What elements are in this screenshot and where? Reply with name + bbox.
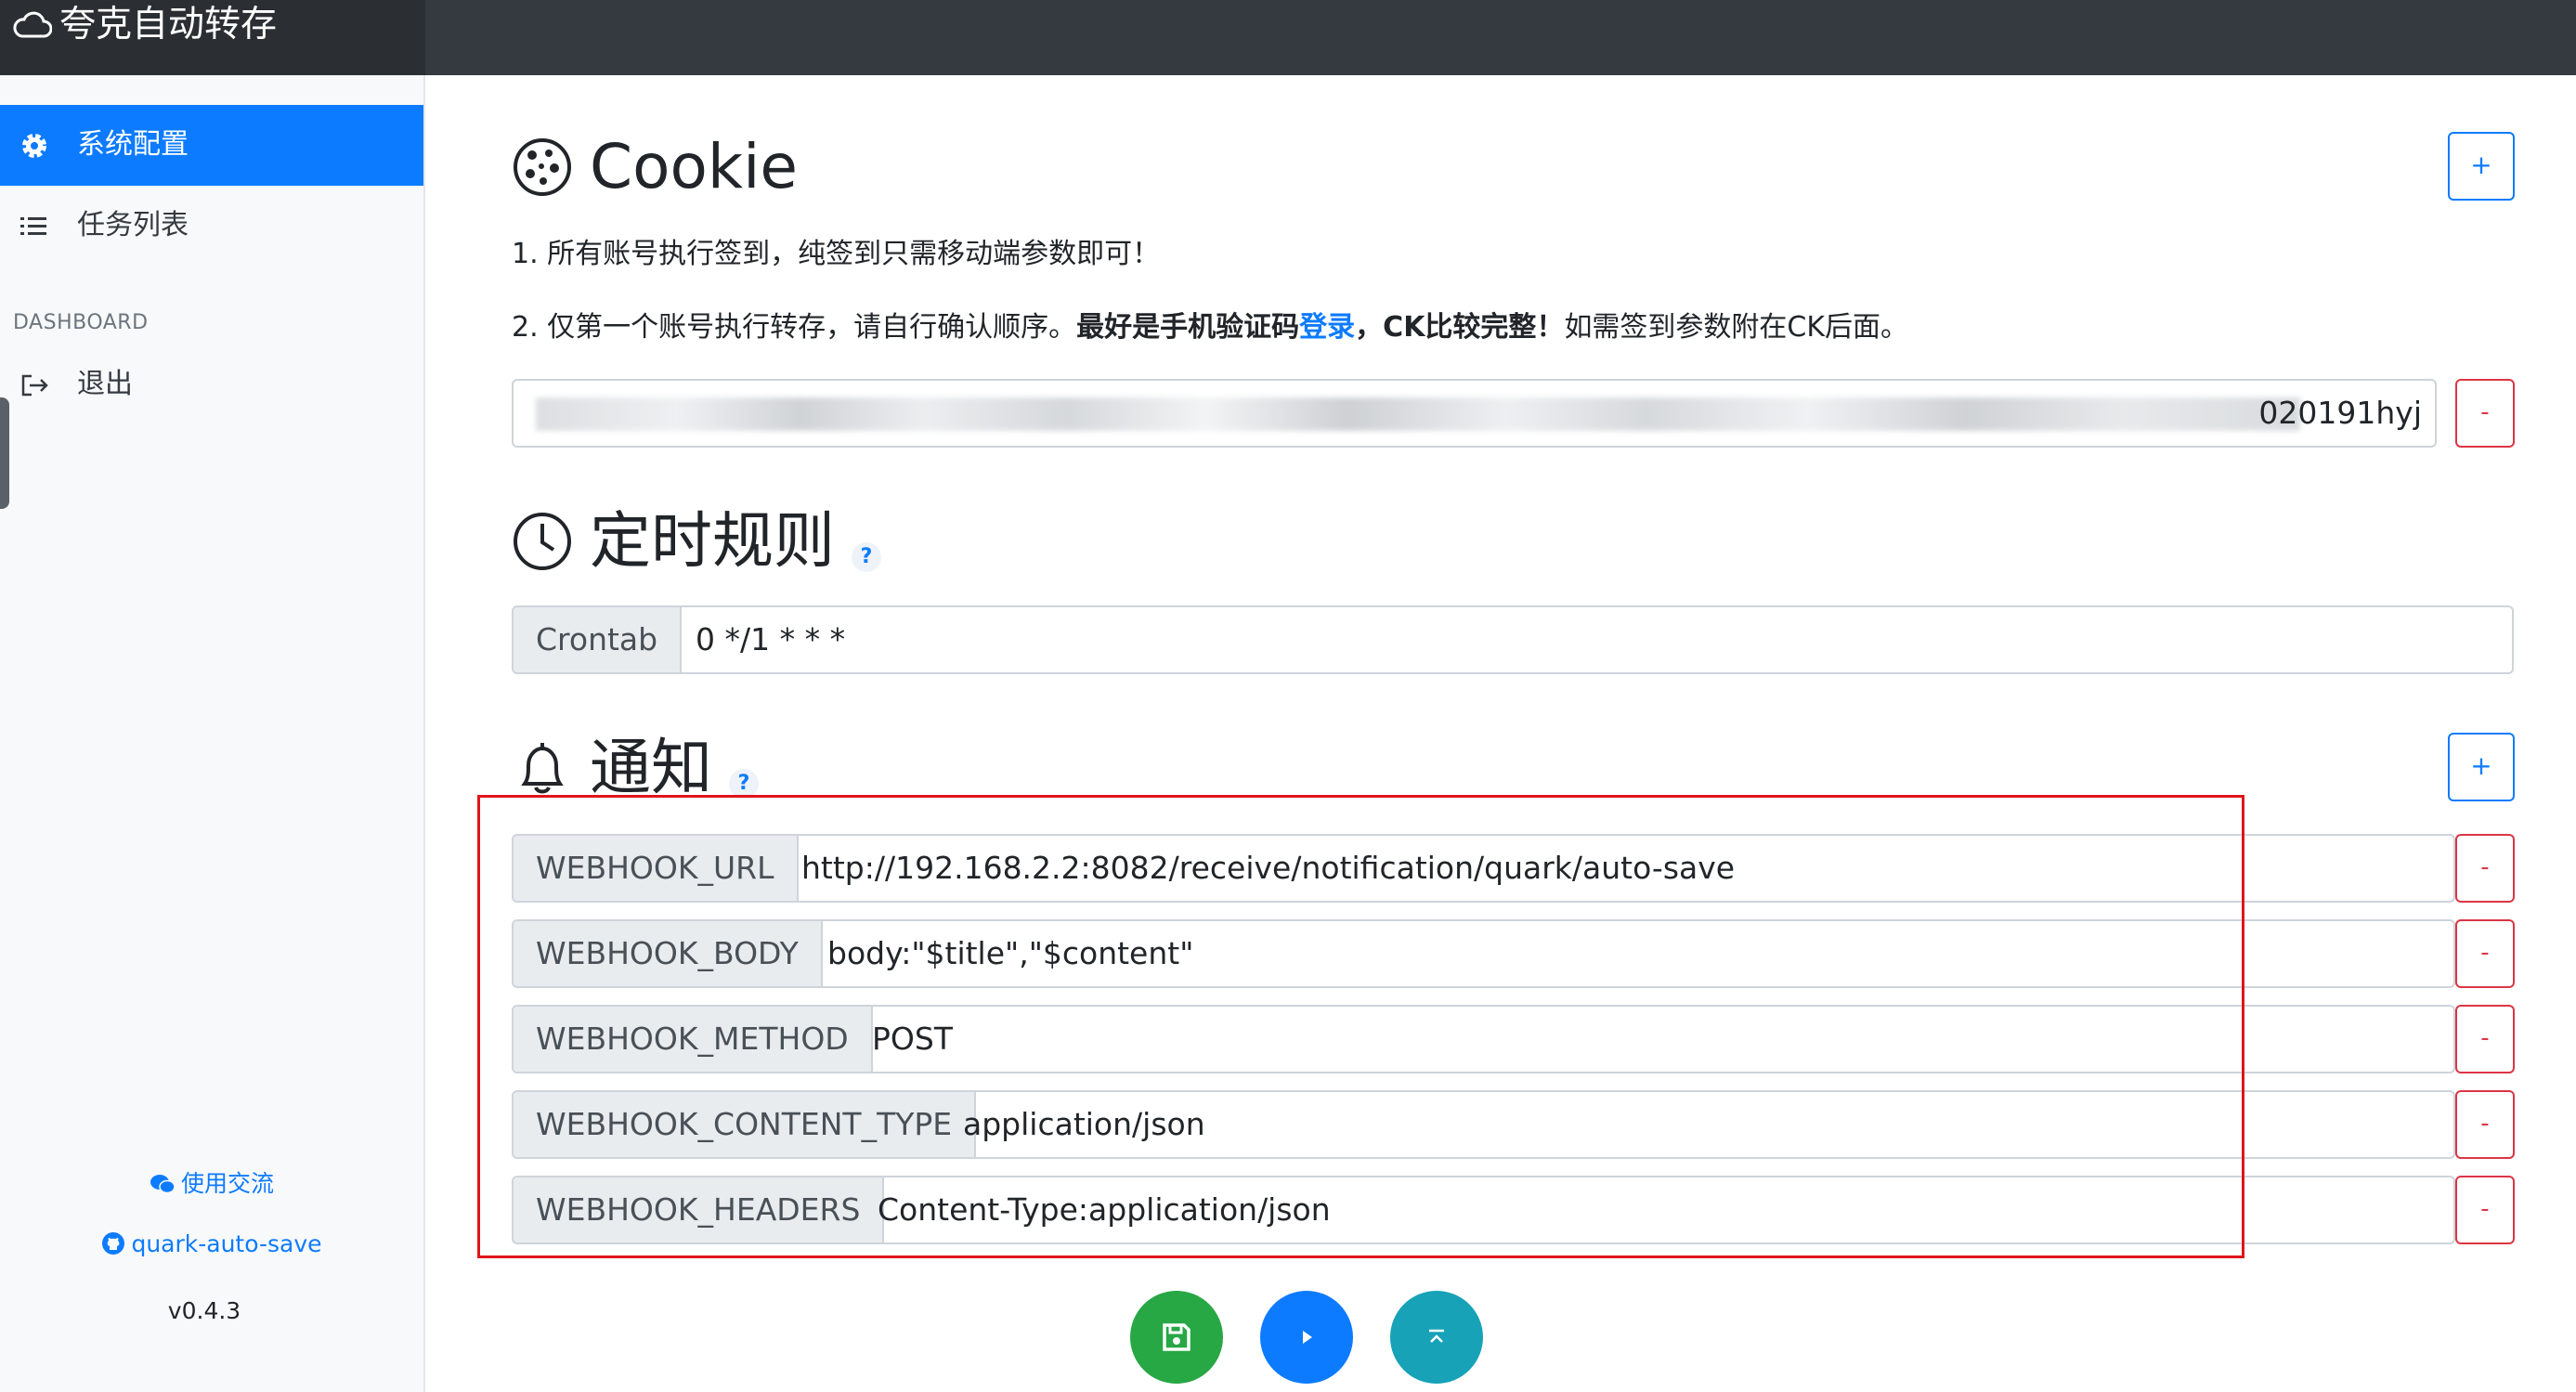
schedule-help-icon[interactable]: ?	[852, 542, 881, 572]
github-icon	[102, 1232, 125, 1255]
brand[interactable]: 夸克自动转存	[0, 0, 425, 75]
cookie-input[interactable]: 020191hyj	[512, 379, 2437, 448]
remove-notify-button[interactable]: -	[2455, 834, 2515, 903]
sidebar-item-logout[interactable]: 退出	[0, 345, 423, 425]
add-cookie-button[interactable]: +	[2448, 132, 2515, 201]
crontab-input-group: Crontab 0 */1 * * *	[512, 605, 2514, 674]
remove-notify-button[interactable]: -	[2455, 1005, 2515, 1073]
list-icon	[20, 217, 46, 235]
sidebar-item-label: 系统配置	[77, 128, 189, 161]
login-link[interactable]: 登录	[1299, 311, 1355, 344]
wechat-icon	[150, 1175, 176, 1194]
cookie-value-tail: 020191hyj	[2258, 395, 2422, 431]
version-label: v0.4.3	[167, 1297, 241, 1324]
add-notify-button[interactable]: +	[2448, 733, 2515, 801]
scroll-top-button[interactable]	[1390, 1291, 1483, 1384]
crontab-input[interactable]: 0 */1 * * *	[696, 607, 845, 672]
cookie-note-2: 2. 仅第一个账号执行转存，请自行确认顺序。最好是手机验证码登录，CK比较完整！…	[512, 311, 1909, 344]
sidebar-item-label: 任务列表	[77, 209, 189, 241]
schedule-section-title: 定时规则 ?	[512, 504, 881, 579]
highlight-annotation-box	[477, 795, 2244, 1258]
save-icon	[1163, 1323, 1190, 1351]
remove-notify-button[interactable]: -	[2455, 919, 2515, 988]
scroll-top-icon	[1429, 1329, 1444, 1343]
sidebar-resize-handle[interactable]	[0, 397, 9, 509]
play-icon	[1303, 1331, 1312, 1344]
save-button[interactable]	[1130, 1291, 1223, 1384]
remove-notify-button[interactable]: -	[2455, 1176, 2515, 1244]
run-button[interactable]	[1260, 1291, 1353, 1384]
cookie-note-1: 1. 所有账号执行签到，纯签到只需移动端参数即可！	[512, 238, 1161, 270]
sidebar-item-task-list[interactable]: 任务列表	[0, 186, 423, 267]
remove-notify-button[interactable]: -	[2455, 1090, 2515, 1159]
cloud-icon	[13, 11, 52, 38]
repo-link[interactable]: quark-auto-save	[0, 1230, 423, 1257]
app-title: 夸克自动转存	[59, 4, 278, 46]
dashboard-section-label: DASHBOARD	[13, 311, 149, 334]
logout-icon	[21, 374, 48, 397]
bell-icon	[521, 743, 564, 794]
sidebar: 系统配置 任务列表 DASHBOARD 退出 使用交流 quark-auto-s…	[0, 75, 425, 1392]
cookie-icon	[514, 138, 571, 196]
remove-cookie-button[interactable]: -	[2455, 379, 2515, 448]
notify-section-title: 通知 ?	[512, 731, 759, 805]
sidebar-item-system-config[interactable]: 系统配置	[0, 105, 423, 186]
cookie-section-title: Cookie	[512, 130, 798, 204]
sidebar-item-label: 退出	[77, 368, 133, 400]
gear-icon	[22, 134, 46, 158]
clock-icon	[514, 513, 571, 570]
chat-link[interactable]: 使用交流	[0, 1165, 423, 1199]
crontab-label: Crontab	[514, 607, 683, 672]
redacted-cookie-value	[536, 397, 2300, 431]
